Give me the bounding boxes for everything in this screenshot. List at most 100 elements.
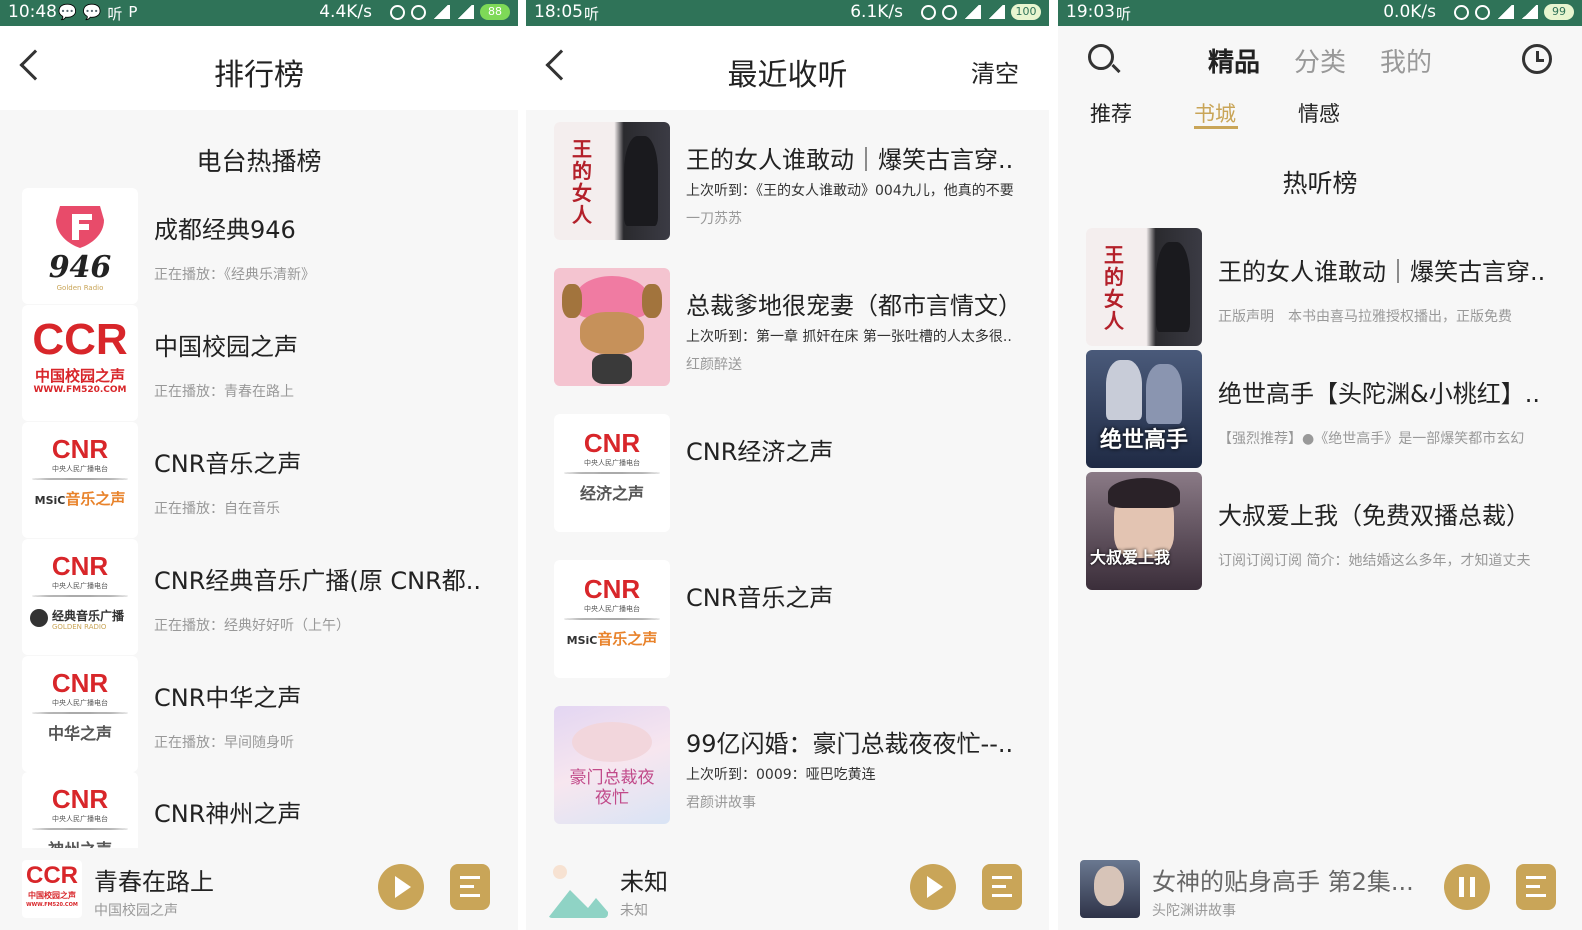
player-title: 未知 bbox=[620, 868, 668, 896]
list-item[interactable]: 豪门总裁夜夜忙 99亿闪婚：豪门总裁夜夜忙--.. 上次听到：0009：哑巴吃黄… bbox=[554, 706, 1049, 824]
play-button[interactable] bbox=[910, 864, 956, 910]
signal-4g-icon bbox=[963, 5, 981, 19]
logo-en: GOLDEN RADIO bbox=[52, 623, 107, 631]
player-thumb: CCR 中国校园之声 WWW.FM520.COM bbox=[22, 860, 82, 918]
item-desc: 订阅订阅订阅 简介：她结婚这么多年，才知道丈夫 bbox=[1218, 553, 1531, 569]
subtab-qinggan[interactable]: 情感 bbox=[1298, 98, 1340, 128]
logo-band: MSiC音乐之声 bbox=[566, 630, 658, 648]
item-title: 王的女人谁敢动｜爆笑古言穿.. bbox=[686, 146, 1014, 174]
book-cover: 王的女人 bbox=[1086, 228, 1202, 346]
logo-cnr-sub: 中央人民广播电台 bbox=[52, 699, 108, 707]
item-title: CNR中华之声 bbox=[154, 684, 302, 712]
ting-app-icon: 听 bbox=[107, 5, 123, 23]
nav-header: 排行榜 bbox=[0, 26, 518, 110]
signal-icon bbox=[456, 5, 474, 19]
playlist-button[interactable] bbox=[1516, 864, 1556, 910]
history-clock-icon[interactable] bbox=[1522, 44, 1552, 74]
item-title: CNR经济之声 bbox=[686, 438, 834, 466]
status-time: 10:48 bbox=[8, 2, 57, 22]
list-item[interactable]: 946 Golden Radio 成都经典946 正在播放：《经典乐清新》 bbox=[22, 188, 518, 304]
subtab-tuijian[interactable]: 推荐 bbox=[1090, 98, 1132, 128]
status-bar: 10:48 💬 💬 听 P 4.4K/s 88 bbox=[0, 0, 518, 26]
list-item[interactable]: CNR 中央人民广播电台 MSiC音乐之声 CNR音乐之声 bbox=[554, 560, 1049, 678]
signal-4g-icon bbox=[432, 5, 450, 19]
list-item[interactable]: CNR 中央人民广播电台 经济之声 CNR经济之声 bbox=[554, 414, 1049, 532]
logo-divider bbox=[32, 828, 128, 830]
recent-listening-screen: 18:05 听 6.1K/s 100 最近收听 清空 王的女人 王的女人谁敢动｜… bbox=[526, 0, 1049, 930]
subtab-shucheng[interactable]: 书城 bbox=[1194, 98, 1236, 128]
pause-icon bbox=[1459, 877, 1464, 897]
status-time: 18:05 bbox=[534, 2, 583, 22]
mini-player[interactable]: 未知 未知 bbox=[526, 848, 1049, 930]
signal-4g-icon bbox=[1496, 5, 1514, 19]
list-item[interactable]: CNR 中央人民广播电台 经典音乐广播 GOLDEN RADIO CNR经典音乐… bbox=[22, 539, 518, 655]
book-cover: 王的女人 bbox=[554, 122, 670, 240]
item-author: 红颜醉送 bbox=[686, 357, 742, 373]
mini-player[interactable]: 女神的贴身高手 第2集... 头陀渊讲故事 bbox=[1058, 848, 1582, 930]
signal-icon bbox=[1520, 5, 1538, 19]
logo-number: 946 bbox=[48, 250, 112, 285]
playlist-button[interactable] bbox=[982, 864, 1022, 910]
cover-title: 豪门总裁夜夜忙 bbox=[569, 768, 655, 808]
network-speed: 4.4K/s bbox=[319, 2, 372, 22]
pause-button[interactable] bbox=[1444, 864, 1490, 910]
player-subtitle: 头陀渊讲故事 bbox=[1152, 903, 1236, 919]
status-app-icons: 听 bbox=[584, 3, 599, 24]
book-cover: 大叔爱上我 bbox=[1086, 472, 1202, 590]
list-item[interactable]: CNR 中央人民广播电台 中华之声 CNR中华之声 正在播放：早间随身听 bbox=[22, 656, 518, 772]
status-app-icons: 听 bbox=[1116, 3, 1131, 24]
top-navigation: 精品 分类 我的 推荐 书城 情感 bbox=[1058, 26, 1582, 130]
item-title: 绝世高手【头陀渊&小桃红】.. bbox=[1218, 380, 1540, 408]
tab-fenlei[interactable]: 分类 bbox=[1294, 42, 1346, 79]
status-time: 19:03 bbox=[1066, 2, 1115, 22]
play-icon bbox=[927, 876, 943, 898]
now-playing: 正在播放：早间随身听 bbox=[154, 735, 294, 751]
list-item[interactable]: CNR 中央人民广播电台 MSiC音乐之声 CNR音乐之声 正在播放：自在音乐 bbox=[22, 422, 518, 538]
list-item[interactable]: 总裁爹地很宠妻（都市言情文） 上次听到：第一章 抓奸在床 第一张吐槽的人太多很.… bbox=[554, 268, 1049, 386]
item-title: 总裁爹地很宠妻（都市言情文） bbox=[686, 292, 1022, 320]
alarm-icon bbox=[411, 4, 426, 20]
section-title: 热听榜 bbox=[1282, 169, 1358, 198]
network-speed: 6.1K/s bbox=[850, 2, 903, 22]
mini-player[interactable]: CCR 中国校园之声 WWW.FM520.COM 青春在路上 中国校园之声 bbox=[0, 848, 518, 930]
logo-ccr-text: CCR bbox=[32, 315, 128, 364]
section-title: 电台热播榜 bbox=[196, 147, 322, 176]
status-bar: 18:05 听 6.1K/s 100 bbox=[526, 0, 1049, 26]
list-item[interactable]: 王的女人 王的女人谁敢动｜爆笑古言穿.. 上次听到：《王的女人谁敢动》004九儿… bbox=[554, 122, 1049, 240]
tab-wode[interactable]: 我的 bbox=[1380, 42, 1432, 79]
battery-icon: 88 bbox=[480, 4, 510, 20]
item-title: 成都经典946 bbox=[154, 216, 296, 244]
wechat-icon: 💬 bbox=[58, 3, 77, 21]
signal-icon bbox=[987, 5, 1005, 19]
list-item[interactable]: 大叔爱上我 大叔爱上我（免费双播总裁） 订阅订阅订阅 简介：她结婚这么多年，才知… bbox=[1086, 472, 1582, 590]
logo-cnr-text: CNR bbox=[51, 551, 109, 581]
logo-divider bbox=[32, 478, 128, 480]
tab-jingpin[interactable]: 精品 bbox=[1208, 42, 1260, 79]
bookstore-screen: 19:03 听 0.0K/s 99 精品 分类 我的 推荐 书城 情感 热听榜 … bbox=[1058, 0, 1582, 930]
screenshot-composite: 10:48 💬 💬 听 P 4.4K/s 88 排行榜 电台热播榜 946 Go… bbox=[0, 0, 1582, 930]
battery-icon: 100 bbox=[1011, 4, 1041, 20]
logo-cnr-sub: 中央人民广播电台 bbox=[52, 582, 108, 590]
list-item[interactable]: CCR 中国校园之声 WWW.FM520.COM 中国校园之声 正在播放：青春在… bbox=[22, 305, 518, 421]
cover-title: 绝世高手 bbox=[1099, 427, 1188, 453]
logo-divider bbox=[32, 595, 128, 597]
logo-cnr-sub: 中央人民广播电台 bbox=[52, 815, 108, 823]
alarm-icon bbox=[1475, 4, 1490, 20]
station-logo-ccr: CCR 中国校园之声 WWW.FM520.COM bbox=[22, 305, 138, 421]
station-logo-cnr-music: CNR 中央人民广播电台 MSiC音乐之声 bbox=[554, 560, 670, 678]
network-speed: 0.0K/s bbox=[1383, 2, 1436, 22]
ranking-screen: 10:48 💬 💬 听 P 4.4K/s 88 排行榜 电台热播榜 946 Go… bbox=[0, 0, 518, 930]
clear-button[interactable]: 清空 bbox=[971, 54, 1019, 89]
item-title: CNR音乐之声 bbox=[686, 584, 834, 612]
item-author: 一刀苏苏 bbox=[686, 211, 742, 227]
item-title: 王的女人谁敢动｜爆笑古言穿.. bbox=[1218, 258, 1546, 286]
list-item[interactable]: 王的女人 王的女人谁敢动｜爆笑古言穿.. 正版声明 本书由喜马拉雅授权播出，正版… bbox=[1086, 228, 1582, 346]
list-item[interactable]: 绝世高手 绝世高手【头陀渊&小桃红】.. 【强烈推荐】●《绝世高手》是一部爆笑都… bbox=[1086, 350, 1582, 468]
book-cover bbox=[554, 268, 670, 386]
search-icon[interactable] bbox=[1088, 44, 1114, 70]
play-icon bbox=[395, 876, 411, 898]
playlist-button[interactable] bbox=[450, 864, 490, 910]
now-playing: 正在播放：自在音乐 bbox=[154, 501, 280, 517]
p-app-icon: P bbox=[128, 3, 138, 21]
play-button[interactable] bbox=[378, 864, 424, 910]
